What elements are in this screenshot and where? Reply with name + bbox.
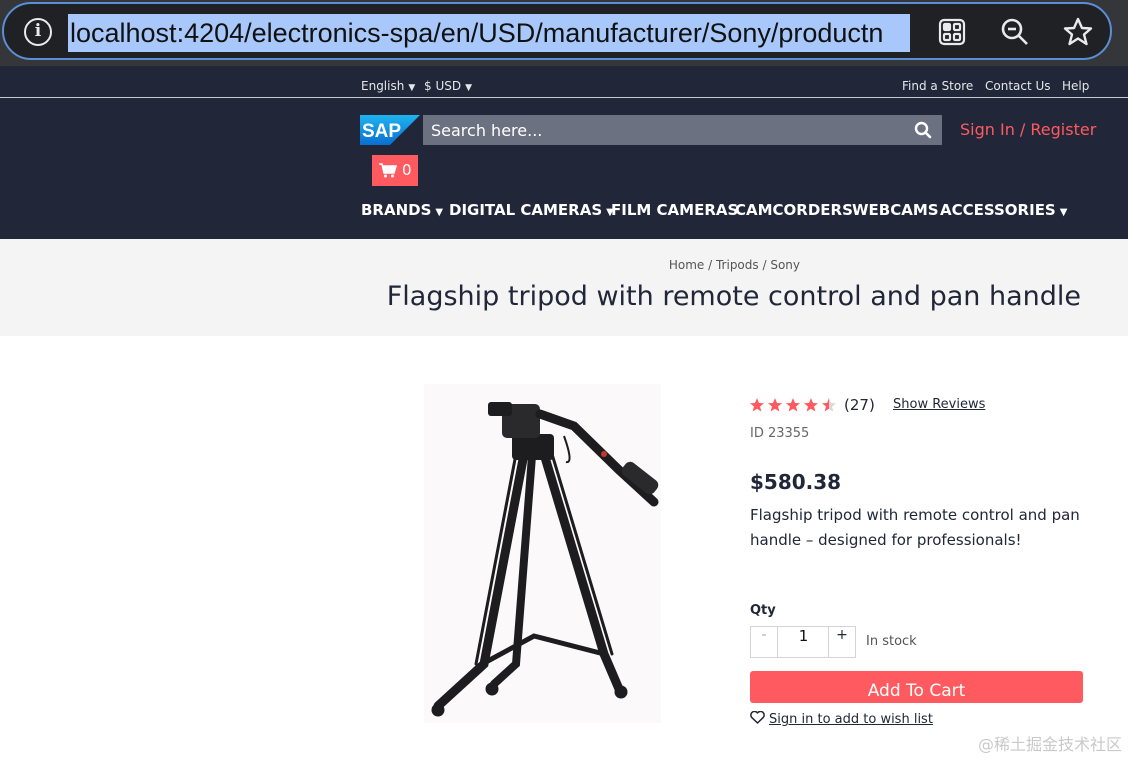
quantity-stepper: - 1 +	[750, 626, 856, 658]
language-selector[interactable]: English ▼	[361, 79, 415, 93]
chevron-down-icon: ▼	[465, 83, 473, 93]
logo-text: SAP	[362, 121, 401, 142]
address-bar[interactable]: i localhost:4204/electronics-spa/en/USD/…	[2, 2, 1112, 60]
nav-accessories[interactable]: ACCESSORIES ▼	[940, 201, 1067, 219]
star-icon	[768, 398, 782, 412]
nav-digital-cameras[interactable]: DIGITAL CAMERAS ▼	[449, 201, 614, 219]
header-divider	[0, 97, 1128, 98]
wishlist-link[interactable]: Sign in to add to wish list	[750, 711, 933, 727]
find-store-link[interactable]: Find a Store	[902, 79, 973, 93]
star-icon	[750, 398, 764, 412]
breadcrumb-tripods[interactable]: Tripods	[716, 258, 759, 272]
search-icon[interactable]	[914, 121, 932, 139]
contact-us-link[interactable]: Contact Us	[985, 79, 1051, 93]
chevron-down-icon: ▼	[435, 207, 444, 218]
stock-status: In stock	[866, 634, 917, 649]
qty-label: Qty	[750, 603, 776, 618]
star-icon	[786, 398, 800, 412]
site-header: English ▼ $ USD ▼ Find a Store Contact Us …	[0, 66, 1128, 239]
add-to-cart-button[interactable]: Add To Cart	[750, 671, 1083, 703]
review-count: (27)	[844, 396, 875, 414]
browser-toolbar: i localhost:4204/electronics-spa/en/USD/…	[0, 0, 1128, 66]
watermark: @稀土掘金技术社区	[977, 735, 1122, 754]
currency-selector[interactable]: $ USD ▼	[424, 79, 472, 93]
qty-input[interactable]: 1	[778, 627, 829, 657]
breadcrumb: Home / Tripods / Sony	[668, 258, 800, 272]
chevron-down-icon: ▼	[1059, 207, 1068, 218]
half-star-icon	[822, 398, 836, 412]
apps-grid-icon[interactable]	[934, 14, 970, 50]
show-reviews-link[interactable]: Show Reviews	[893, 397, 985, 412]
page-title-band: Home / Tripods / Sony Flagship tripod wi…	[0, 239, 1128, 336]
heart-icon	[750, 711, 765, 724]
signin-register-link[interactable]: Sign In / Register	[960, 120, 1096, 139]
breadcrumb-home[interactable]: Home	[669, 258, 704, 272]
nav-film-cameras[interactable]: FILM CAMERAS	[611, 201, 738, 219]
mini-cart-button[interactable]: 0	[372, 155, 418, 186]
star-icon	[804, 398, 818, 412]
nav-webcams[interactable]: WEBCAMS	[852, 201, 939, 219]
page-title: Flagship tripod with remote control and …	[386, 281, 1081, 312]
cart-count: 0	[402, 161, 412, 179]
search-placeholder: Search here...	[431, 121, 543, 140]
breadcrumb-sony[interactable]: Sony	[770, 258, 800, 272]
chevron-down-icon: ▼	[408, 83, 416, 93]
nav-brands[interactable]: BRANDS ▼	[361, 201, 443, 219]
product-price: $580.38	[750, 470, 842, 494]
product-image[interactable]	[424, 384, 661, 723]
qty-increment-button[interactable]: +	[828, 627, 855, 657]
nav-camcorders[interactable]: CAMCORDERS	[735, 201, 853, 219]
zoom-out-icon[interactable]	[997, 14, 1033, 50]
url-text[interactable]: localhost:4204/electronics-spa/en/USD/ma…	[68, 14, 910, 52]
help-link[interactable]: Help	[1062, 79, 1089, 93]
search-input[interactable]: Search here...	[423, 115, 942, 145]
cart-icon	[379, 163, 397, 178]
product-summary: Flagship tripod with remote control and …	[750, 506, 1080, 549]
product-id: ID 23355	[750, 426, 810, 441]
qty-decrement-button[interactable]: -	[751, 627, 778, 657]
info-icon[interactable]: i	[24, 18, 52, 46]
bookmark-star-icon[interactable]	[1060, 14, 1096, 50]
sap-logo[interactable]: SAP	[360, 115, 420, 145]
